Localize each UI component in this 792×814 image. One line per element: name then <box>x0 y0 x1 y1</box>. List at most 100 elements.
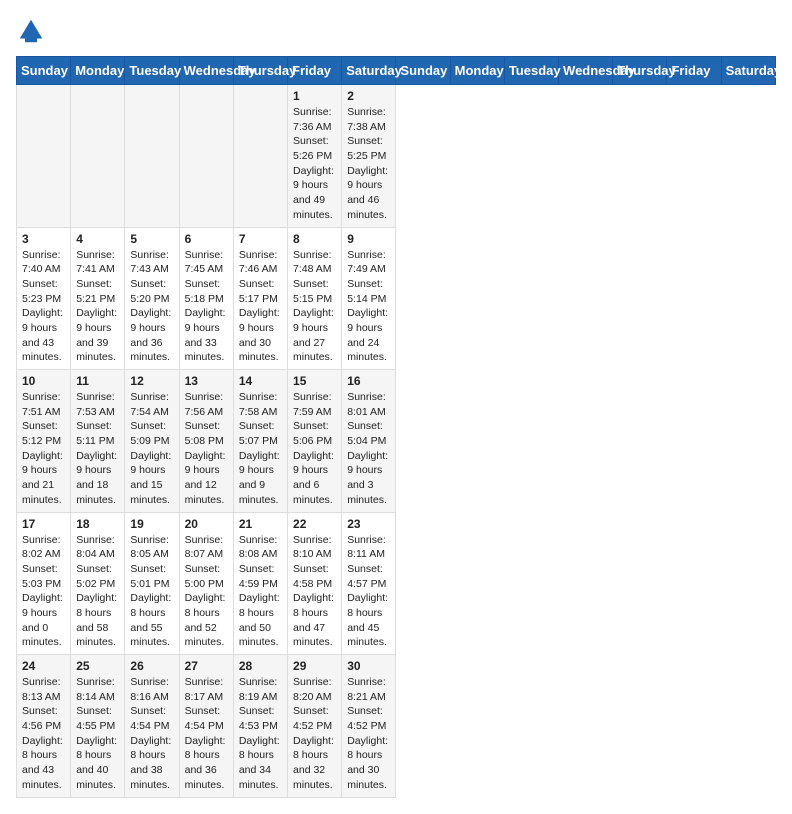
week-row-1: 1 Sunrise: 7:36 AMSunset: 5:26 PMDaylight… <box>17 85 776 228</box>
calendar-cell <box>71 85 125 228</box>
calendar-cell: 5 Sunrise: 7:43 AMSunset: 5:20 PMDaylight… <box>125 227 179 370</box>
day-info: Sunrise: 8:10 AMSunset: 4:58 PMDaylight:… <box>293 533 336 651</box>
calendar-cell: 20 Sunrise: 8:07 AMSunset: 5:00 PMDayligh… <box>179 512 233 655</box>
day-number: 6 <box>185 232 228 246</box>
calendar-cell: 1 Sunrise: 7:36 AMSunset: 5:26 PMDaylight… <box>288 85 342 228</box>
day-number: 14 <box>239 374 282 388</box>
week-row-3: 10 Sunrise: 7:51 AMSunset: 5:12 PMDayligh… <box>17 370 776 513</box>
calendar-cell: 7 Sunrise: 7:46 AMSunset: 5:17 PMDaylight… <box>233 227 287 370</box>
calendar-cell: 25Sunrise: 8:14 AMSunset: 4:55 PMDayligh… <box>71 655 125 798</box>
calendar-cell <box>179 85 233 228</box>
week-row-4: 17 Sunrise: 8:02 AMSunset: 5:03 PMDayligh… <box>17 512 776 655</box>
calendar-cell: 12 Sunrise: 7:54 AMSunset: 5:09 PMDayligh… <box>125 370 179 513</box>
day-info: Sunrise: 7:36 AMSunset: 5:26 PMDaylight:… <box>293 105 336 223</box>
day-info: Sunrise: 7:53 AMSunset: 5:11 PMDaylight:… <box>76 390 119 508</box>
day-info: Sunrise: 8:16 AMSunset: 4:54 PMDaylight:… <box>130 675 173 793</box>
day-number: 28 <box>239 659 282 673</box>
day-info: Sunrise: 7:49 AMSunset: 5:14 PMDaylight:… <box>347 248 390 366</box>
calendar-cell <box>233 85 287 228</box>
day-info: Sunrise: 7:43 AMSunset: 5:20 PMDaylight:… <box>130 248 173 366</box>
day-number: 12 <box>130 374 173 388</box>
day-info: Sunrise: 7:48 AMSunset: 5:15 PMDaylight:… <box>293 248 336 366</box>
day-header-sunday: Sunday <box>17 57 71 85</box>
day-number: 26 <box>130 659 173 673</box>
day-number: 25 <box>76 659 119 673</box>
day-number: 3 <box>22 232 65 246</box>
day-number: 23 <box>347 517 390 531</box>
calendar-cell: 3Sunrise: 7:40 AMSunset: 5:23 PMDaylight… <box>17 227 71 370</box>
day-number: 17 <box>22 517 65 531</box>
day-info: Sunrise: 7:59 AMSunset: 5:06 PMDaylight:… <box>293 390 336 508</box>
day-header-saturday: Saturday <box>342 57 396 85</box>
calendar-cell: 8 Sunrise: 7:48 AMSunset: 5:15 PMDaylight… <box>288 227 342 370</box>
day-info: Sunrise: 8:19 AMSunset: 4:53 PMDaylight:… <box>239 675 282 793</box>
calendar-cell: 15 Sunrise: 7:59 AMSunset: 5:06 PMDayligh… <box>288 370 342 513</box>
calendar-cell: 13Sunrise: 7:56 AMSunset: 5:08 PMDayligh… <box>179 370 233 513</box>
calendar-cell: 4 Sunrise: 7:41 AMSunset: 5:21 PMDaylight… <box>71 227 125 370</box>
day-number: 20 <box>185 517 228 531</box>
day-number: 15 <box>293 374 336 388</box>
day-number: 1 <box>293 89 336 103</box>
calendar-cell: 21Sunrise: 8:08 AMSunset: 4:59 PMDayligh… <box>233 512 287 655</box>
calendar-cell <box>17 85 71 228</box>
calendar-cell: 26 Sunrise: 8:16 AMSunset: 4:54 PMDayligh… <box>125 655 179 798</box>
day-info: Sunrise: 8:21 AMSunset: 4:52 PMDaylight:… <box>347 675 390 793</box>
day-number: 30 <box>347 659 390 673</box>
day-number: 19 <box>130 517 173 531</box>
week-row-5: 24 Sunrise: 8:13 AMSunset: 4:56 PMDayligh… <box>17 655 776 798</box>
day-number: 24 <box>22 659 65 673</box>
day-header-friday: Friday <box>667 57 721 85</box>
calendar-cell: 6 Sunrise: 7:45 AMSunset: 5:18 PMDaylight… <box>179 227 233 370</box>
day-info: Sunrise: 8:02 AMSunset: 5:03 PMDaylight:… <box>22 533 65 651</box>
day-number: 11 <box>76 374 119 388</box>
calendar-table: SundayMonday TuesdayWednesdayThursdayFrid… <box>16 56 776 798</box>
day-header-saturday: Saturday <box>721 57 775 85</box>
day-info: Sunrise: 7:46 AMSunset: 5:17 PMDaylight:… <box>239 248 282 366</box>
day-number: 5 <box>130 232 173 246</box>
day-info: Sunrise: 8:08 AMSunset: 4:59 PMDaylight:… <box>239 533 282 651</box>
calendar-cell: 2 Sunrise: 7:38 AMSunset: 5:25 PMDaylight… <box>342 85 396 228</box>
calendar-cell: 11 Sunrise: 7:53 AMSunset: 5:11 PMDayligh… <box>71 370 125 513</box>
day-header-thursday: Thursday <box>613 57 667 85</box>
day-number: 27 <box>185 659 228 673</box>
day-info: Sunrise: 7:51 AMSunset: 5:12 PMDaylight:… <box>22 390 65 508</box>
calendar-cell: 22 Sunrise: 8:10 AMSunset: 4:58 PMDayligh… <box>288 512 342 655</box>
day-info: Sunrise: 8:01 AMSunset: 5:04 PMDaylight:… <box>347 390 390 508</box>
day-number: 2 <box>347 89 390 103</box>
day-number: 10 <box>22 374 65 388</box>
calendar-cell: 18 Sunrise: 8:04 AMSunset: 5:02 PMDayligh… <box>71 512 125 655</box>
day-info: Sunrise: 8:04 AMSunset: 5:02 PMDaylight:… <box>76 533 119 651</box>
day-number: 7 <box>239 232 282 246</box>
day-number: 18 <box>76 517 119 531</box>
day-info: Sunrise: 7:38 AMSunset: 5:25 PMDaylight:… <box>347 105 390 223</box>
calendar-cell <box>125 85 179 228</box>
day-number: 22 <box>293 517 336 531</box>
calendar-cell: 9 Sunrise: 7:49 AMSunset: 5:14 PMDaylight… <box>342 227 396 370</box>
day-header-monday: Monday <box>71 57 125 85</box>
logo <box>16 16 50 46</box>
day-header-wednesday: Wednesday <box>559 57 613 85</box>
day-info: Sunrise: 7:54 AMSunset: 5:09 PMDaylight:… <box>130 390 173 508</box>
calendar-cell: 16 Sunrise: 8:01 AMSunset: 5:04 PMDayligh… <box>342 370 396 513</box>
calendar-cell: 28 Sunrise: 8:19 AMSunset: 4:53 PMDayligh… <box>233 655 287 798</box>
calendar-cell: 24 Sunrise: 8:13 AMSunset: 4:56 PMDayligh… <box>17 655 71 798</box>
day-number: 16 <box>347 374 390 388</box>
day-info: Sunrise: 8:11 AMSunset: 4:57 PMDaylight:… <box>347 533 390 651</box>
day-number: 4 <box>76 232 119 246</box>
day-number: 9 <box>347 232 390 246</box>
calendar-header-row: SundayMonday TuesdayWednesdayThursdayFrid… <box>17 57 776 85</box>
logo-icon <box>16 16 46 46</box>
day-info: Sunrise: 8:07 AMSunset: 5:00 PMDaylight:… <box>185 533 228 651</box>
day-info: Sunrise: 8:20 AMSunset: 4:52 PMDaylight:… <box>293 675 336 793</box>
calendar-cell: 10 Sunrise: 7:51 AMSunset: 5:12 PMDayligh… <box>17 370 71 513</box>
page-header <box>16 16 776 46</box>
day-info: Sunrise: 7:45 AMSunset: 5:18 PMDaylight:… <box>185 248 228 366</box>
day-info: Sunrise: 8:17 AMSunset: 4:54 PMDaylight:… <box>185 675 228 793</box>
day-number: 13 <box>185 374 228 388</box>
day-header-tuesday: Tuesday <box>504 57 558 85</box>
day-number: 8 <box>293 232 336 246</box>
day-info: Sunrise: 7:41 AMSunset: 5:21 PMDaylight:… <box>76 248 119 366</box>
calendar-cell: 14Sunrise: 7:58 AMSunset: 5:07 PMDayligh… <box>233 370 287 513</box>
day-info: Sunrise: 8:13 AMSunset: 4:56 PMDaylight:… <box>22 675 65 793</box>
week-row-2: 3Sunrise: 7:40 AMSunset: 5:23 PMDaylight… <box>17 227 776 370</box>
